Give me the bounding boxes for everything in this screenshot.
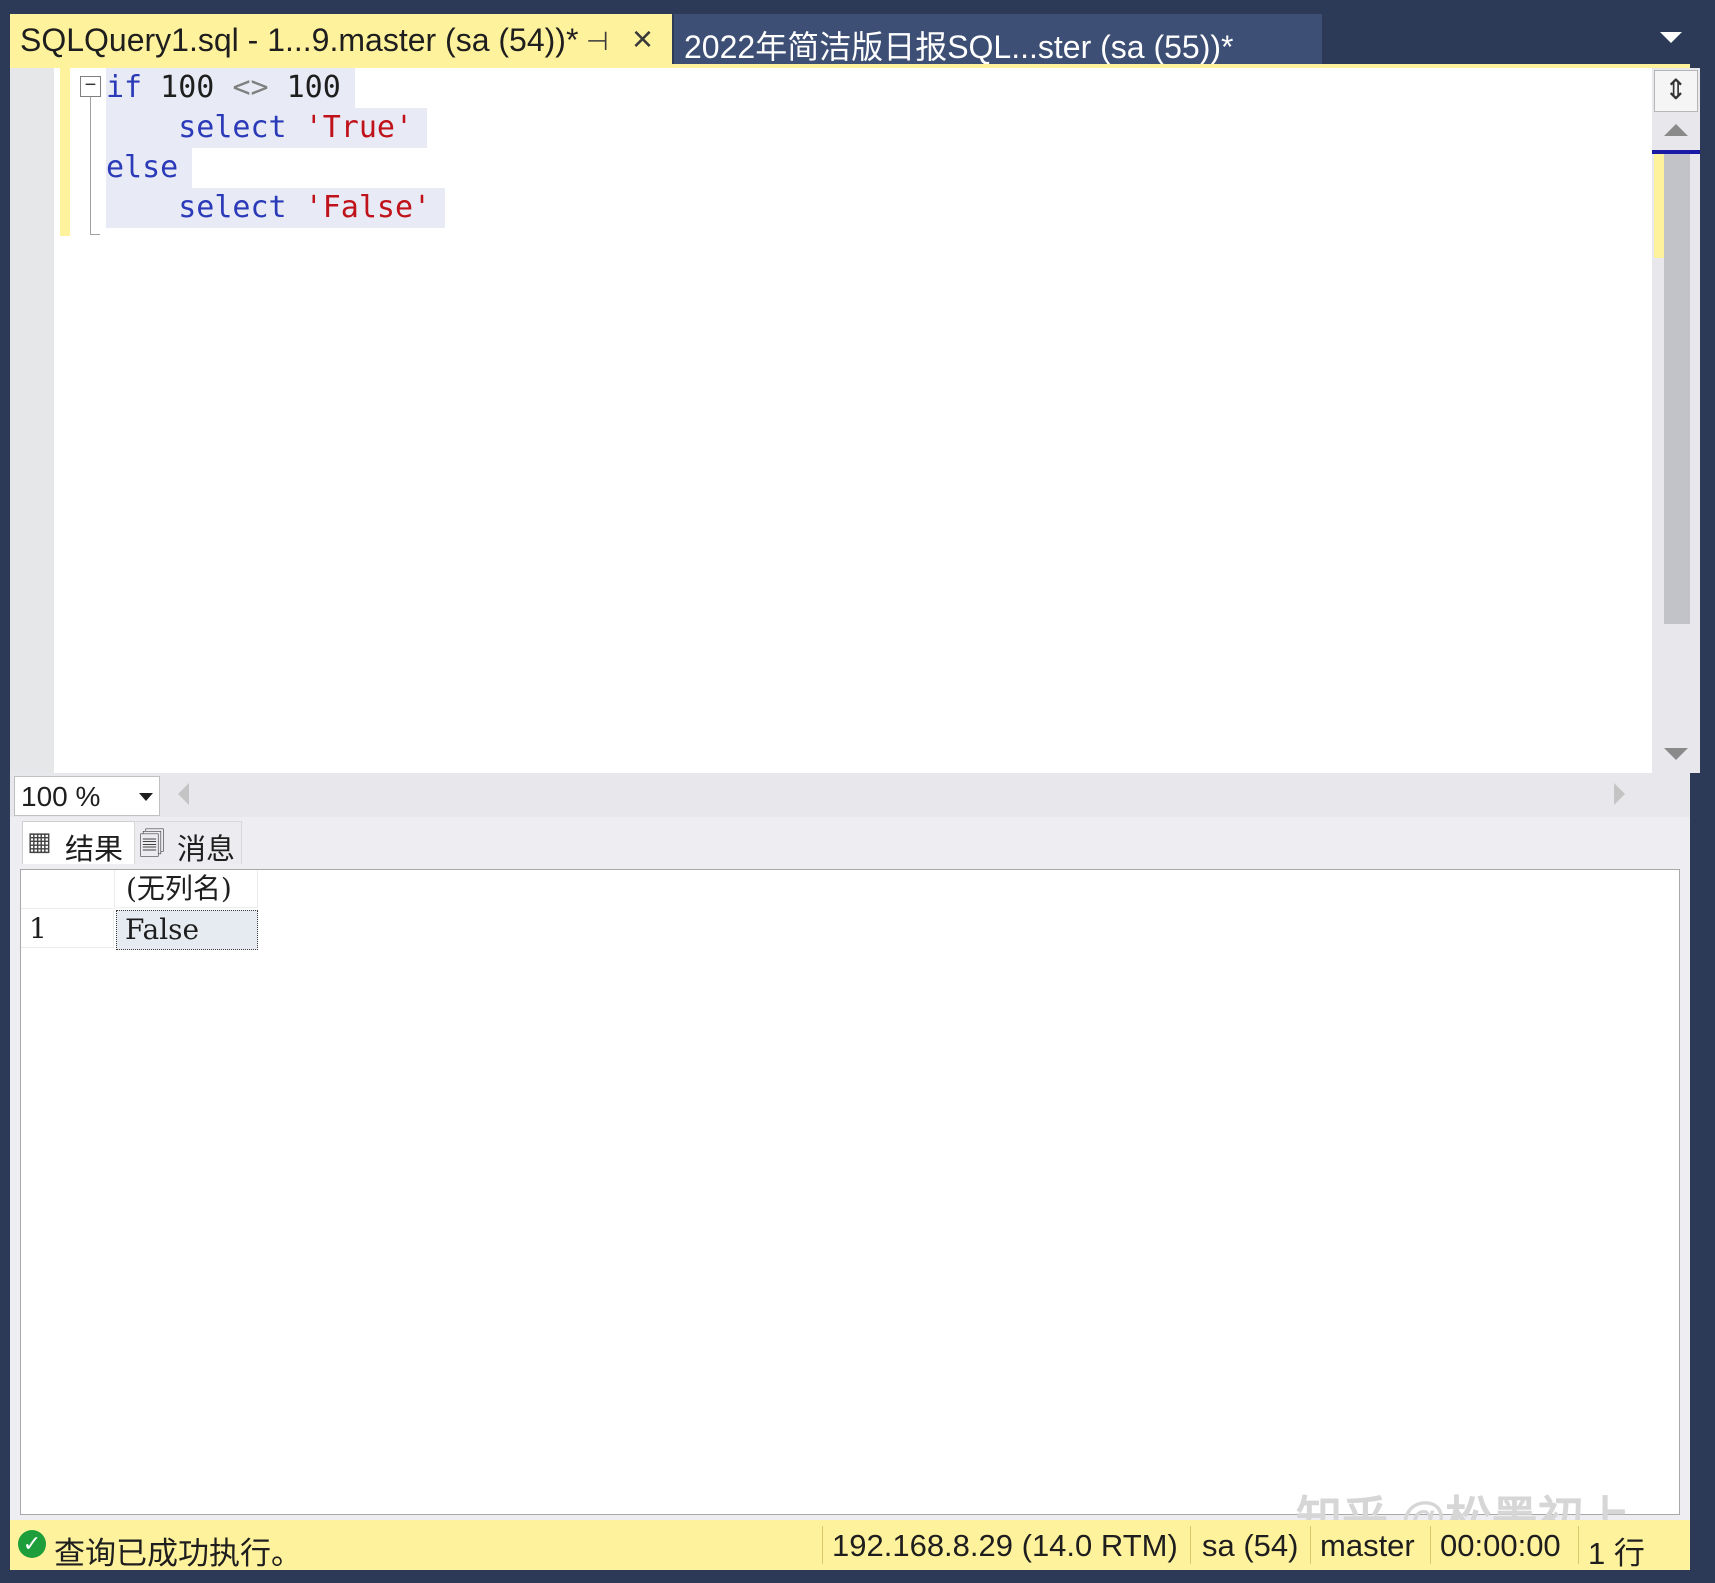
scroll-up-icon[interactable] [1664,124,1688,136]
code-token: if [106,70,143,105]
chevron-down-icon[interactable] [139,793,153,801]
scroll-right-icon[interactable] [1614,783,1625,805]
tab-results-label: 结果 [65,834,124,866]
status-bar: ✓ 查询已成功执行。 192.168.8.29 (14.0 RTM) sa (5… [10,1520,1690,1571]
messages-icon: 🗐 [139,829,165,859]
grid-cell[interactable]: False [116,910,258,950]
grid-icon: ▦ [27,826,52,856]
code-token: else [106,150,179,185]
sql-editor[interactable]: − if 100 <> 100 select 'True' else selec… [10,68,1700,773]
tab-label: 2022年简洁版日报SQL...ster (sa (55))* [684,29,1234,65]
tab-label: SQLQuery1.sql - 1...9.master (sa (54))* [20,22,579,58]
row-header[interactable]: 1 [21,910,114,948]
code-token: select [106,190,305,225]
code-token: 100 [142,70,233,105]
code-line-4: select 'False' [106,188,446,228]
zoom-bar: 100 % [10,773,1690,817]
fold-guide-end [90,234,100,235]
split-window-icon[interactable]: ⇕ [1654,70,1698,112]
pin-icon[interactable]: ⊣ [586,26,609,57]
scroll-left-icon[interactable] [178,783,189,805]
code-line-2: select 'True' [106,108,428,148]
code-token: <> [232,70,269,105]
status-separator [822,1526,823,1564]
success-check-icon: ✓ [18,1530,46,1558]
status-message: 查询已成功执行。 [54,1536,302,1571]
document-tab-bar: SQLQuery1.sql - 1...9.master (sa (54))* … [0,0,1715,66]
status-database: master [1320,1528,1415,1563]
column-header[interactable]: (无列名) [116,870,258,908]
chevron-down-icon[interactable] [1660,32,1682,43]
code-token: 100 [268,70,341,105]
code-line-1: if 100 <> 100 [106,68,355,108]
grid-corner[interactable] [21,870,115,909]
status-server: 192.168.8.29 (14.0 RTM) [832,1528,1178,1563]
fold-guide [90,97,91,235]
scroll-thumb[interactable] [1664,154,1690,624]
status-separator [1190,1526,1191,1564]
vertical-scrollbar[interactable]: ⇕ [1652,68,1700,773]
scroll-down-icon[interactable] [1664,748,1688,760]
results-grid[interactable]: (无列名) 1 False [20,869,1680,1515]
tab-messages-label: 消息 [177,834,236,866]
results-tab-strip: ▦ 结果 🗐 消息 [10,817,1690,866]
results-panel: (无列名) 1 False [10,865,1690,1520]
code-token: select [106,110,305,145]
code-token: 'False' [304,190,432,225]
code-line-3: else [106,148,193,188]
status-rows: 1 行 [1588,1536,1645,1571]
collapse-icon[interactable]: − [80,75,101,97]
change-marker [1654,154,1664,258]
status-separator [1310,1526,1311,1564]
tab-results[interactable]: ▦ 结果 [22,821,136,866]
change-indicator-bar [60,68,70,236]
close-icon[interactable]: × [632,18,653,60]
tab-messages[interactable]: 🗐 消息 [134,821,242,866]
status-separator [1578,1526,1579,1564]
status-elapsed: 00:00:00 [1440,1528,1561,1563]
tab-sqlquery1[interactable]: SQLQuery1.sql - 1...9.master (sa (54))* … [10,14,672,66]
status-separator [1430,1526,1431,1564]
editor-gutter [10,68,54,773]
tab-daily-report[interactable]: 2022年简洁版日报SQL...ster (sa (55))* [674,14,1322,65]
zoom-value: 100 % [21,781,101,812]
zoom-select[interactable]: 100 % [14,776,160,816]
code-token: 'True' [304,110,414,145]
status-user: sa (54) [1202,1528,1299,1563]
